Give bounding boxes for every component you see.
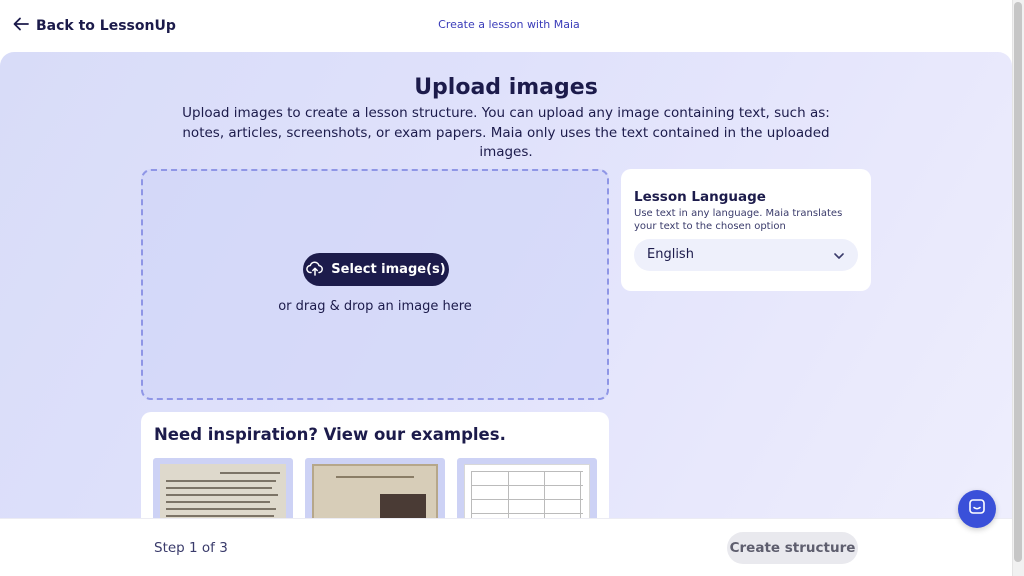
step-indicator: Step 1 of 3 xyxy=(154,540,228,556)
page-scrollbar[interactable] xyxy=(1012,0,1024,576)
top-bar: Back to LessonUp Create a lesson with Ma… xyxy=(0,0,1012,52)
chat-icon xyxy=(967,497,987,521)
create-structure-button[interactable]: Create structure xyxy=(727,532,858,564)
lesson-language-card: Lesson Language Use text in any language… xyxy=(621,169,871,291)
chat-launcher-button[interactable] xyxy=(958,490,996,528)
scrollbar-thumb[interactable] xyxy=(1014,2,1022,562)
article-page-image xyxy=(312,464,438,519)
worksheet-table-image xyxy=(464,464,590,519)
example-thumbnail-sonnet[interactable] xyxy=(153,458,293,519)
lesson-language-title: Lesson Language xyxy=(634,189,766,205)
examples-card: Need inspiration? View our examples. xyxy=(141,412,609,519)
page-subtitle: Upload images to create a lesson structu… xyxy=(182,105,830,160)
page-title: Upload images xyxy=(414,75,598,100)
lesson-language-description: Use text in any language. Maia translate… xyxy=(634,208,843,232)
image-dropzone[interactable]: Select image(s) or drag & drop an image … xyxy=(141,169,609,400)
create-lesson-with-maia-link[interactable]: Create a lesson with Maia xyxy=(0,18,1018,31)
examples-title: Need inspiration? View our examples. xyxy=(154,425,506,444)
example-thumbnail-worksheet[interactable] xyxy=(457,458,597,519)
language-select[interactable]: English xyxy=(634,239,858,271)
sonnet-page-image xyxy=(160,464,286,519)
drop-instructions: or drag & drop an image here xyxy=(278,299,472,314)
cloud-upload-icon xyxy=(306,259,324,281)
language-selected-value: English xyxy=(647,247,694,262)
footer-bar: Step 1 of 3 Create structure xyxy=(0,518,1012,576)
chevron-down-icon xyxy=(832,248,846,262)
select-images-label: Select image(s) xyxy=(331,262,446,277)
select-images-button[interactable]: Select image(s) xyxy=(303,253,449,286)
main-panel: Upload images Upload images to create a … xyxy=(0,52,1012,519)
example-thumbnail-article[interactable] xyxy=(305,458,445,519)
